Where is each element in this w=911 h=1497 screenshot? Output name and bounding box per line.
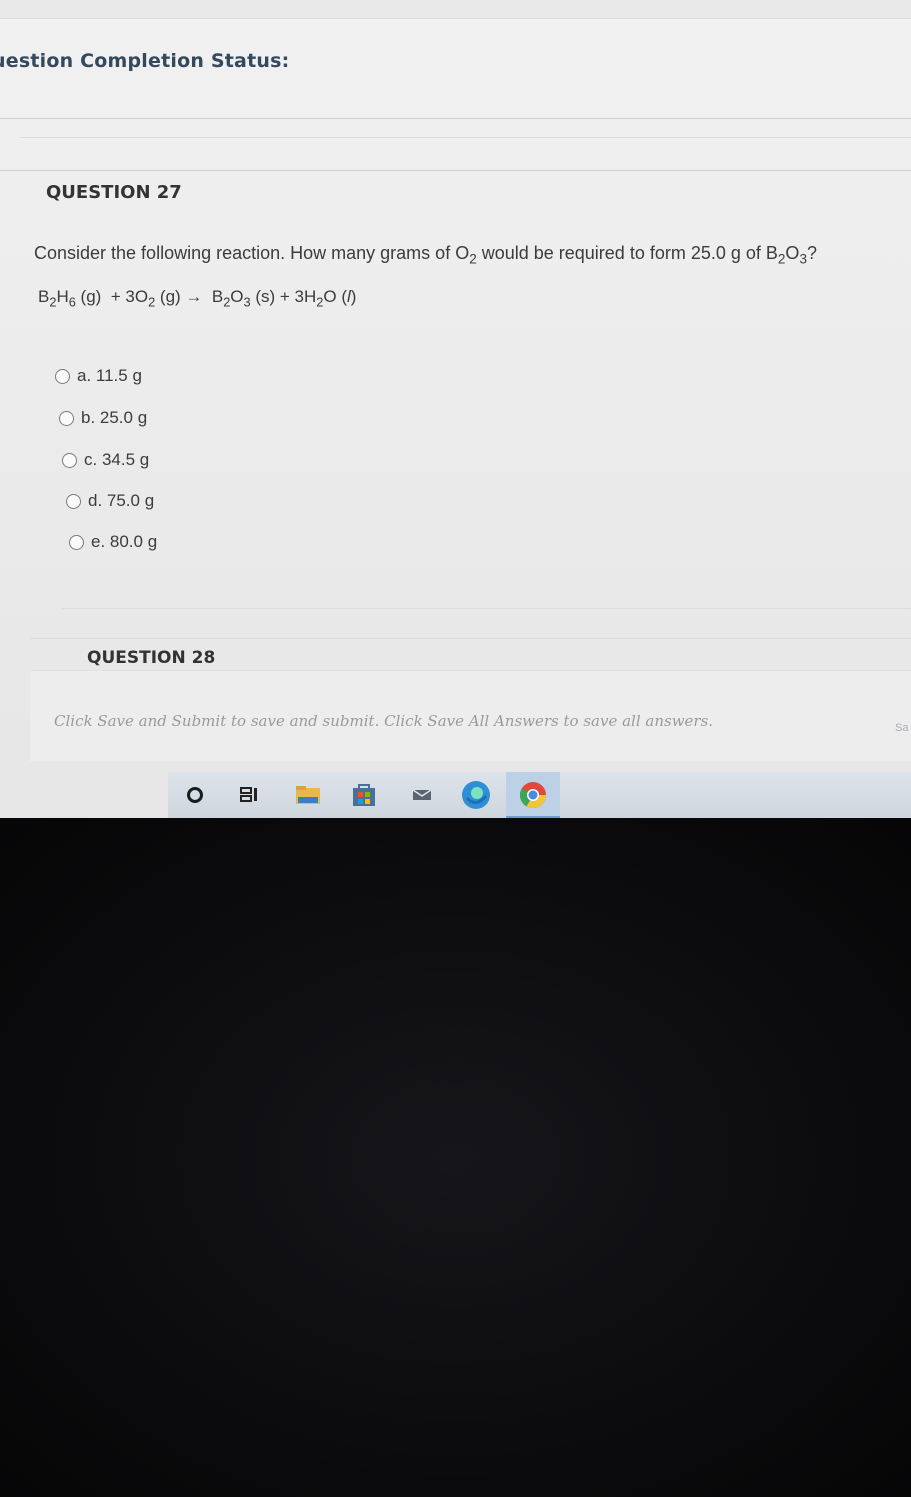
store-icon[interactable] [347, 780, 381, 810]
divider [0, 118, 911, 119]
choice-label: d. 75.0 g [88, 491, 155, 510]
choice-label: e. 80.0 g [91, 532, 158, 551]
save-all-answers-button[interactable]: Sa [895, 722, 908, 734]
divider [0, 170, 911, 171]
chrome-icon[interactable] [516, 780, 550, 810]
divider [20, 137, 911, 138]
reaction-equation: B2H6 (g) + 3O2 (g) → B2O3 (s) + 3H2O (l) [38, 287, 357, 310]
divider [62, 608, 911, 609]
browser-screen: uestion Completion Status: QUESTION 27 C… [0, 0, 911, 818]
choice-label: b. 25.0 g [81, 408, 148, 427]
laptop-bezel [0, 818, 911, 1497]
question-27-title: QUESTION 27 [46, 182, 182, 203]
radio-button[interactable] [62, 452, 77, 468]
choice-label: a. 11.5 g [77, 366, 142, 385]
question-28-title: QUESTION 28 [87, 648, 216, 668]
question-27-prompt: Consider the following reaction. How man… [34, 243, 817, 267]
file-explorer-icon[interactable] [291, 780, 325, 810]
choice-e[interactable]: e. 80.0 g [69, 532, 157, 552]
mail-icon[interactable] [405, 780, 439, 810]
radio-button[interactable] [66, 493, 81, 509]
top-strip [0, 0, 911, 19]
radio-button[interactable] [55, 368, 70, 384]
divider [30, 638, 911, 639]
choice-b[interactable]: b. 25.0 g [59, 408, 147, 428]
radio-button[interactable] [69, 534, 84, 550]
choice-c[interactable]: c. 34.5 g [62, 450, 149, 470]
windows-taskbar [168, 772, 911, 818]
save-instructions: Click Save and Submit to save and submit… [54, 712, 714, 730]
edge-icon[interactable] [459, 780, 493, 810]
cortana-icon[interactable] [178, 780, 212, 810]
choice-d[interactable]: d. 75.0 g [66, 491, 154, 511]
choice-a[interactable]: a. 11.5 g [55, 366, 142, 386]
radio-button[interactable] [59, 410, 74, 426]
question-completion-status: uestion Completion Status: [0, 50, 290, 72]
task-view-icon[interactable] [233, 780, 267, 810]
choice-label: c. 34.5 g [84, 450, 150, 469]
